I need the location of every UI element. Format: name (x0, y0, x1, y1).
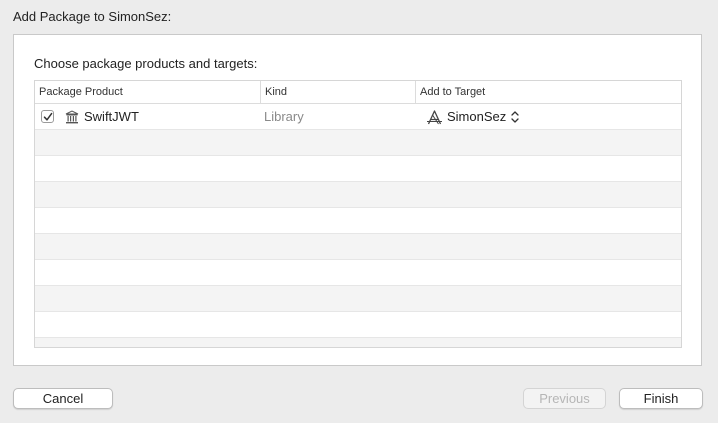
empty-table-row (35, 312, 681, 338)
empty-table-row (35, 156, 681, 182)
empty-table-row (35, 260, 681, 286)
package-products-table: Package Product Kind Add to Target Swift… (34, 80, 682, 348)
table-header: Package Product Kind Add to Target (35, 81, 681, 104)
column-header-kind[interactable]: Kind (260, 81, 415, 103)
column-header-add-to-target[interactable]: Add to Target (415, 81, 681, 103)
app-target-icon (427, 110, 442, 125)
empty-table-row (35, 182, 681, 208)
empty-table-row (35, 130, 681, 156)
package-kind: Library (264, 109, 304, 124)
table-row[interactable]: SwiftJWT Library SimonSez (35, 104, 681, 130)
target-popup-value[interactable]: SimonSez (447, 104, 506, 130)
empty-table-row (35, 208, 681, 234)
checkmark-icon (43, 112, 53, 121)
package-library-icon (65, 110, 79, 124)
empty-table-row (35, 338, 681, 347)
column-header-package-product[interactable]: Package Product (35, 81, 260, 103)
package-product-name: SwiftJWT (84, 109, 139, 124)
previous-button[interactable]: Previous (523, 388, 606, 409)
empty-table-row (35, 234, 681, 260)
cancel-button[interactable]: Cancel (13, 388, 113, 409)
sheet-title: Add Package to SimonSez: (13, 9, 172, 24)
package-panel: Choose package products and targets: Pac… (13, 34, 702, 366)
empty-table-row (35, 286, 681, 312)
finish-button[interactable]: Finish (619, 388, 703, 409)
include-product-checkbox[interactable] (41, 110, 54, 123)
choose-products-label: Choose package products and targets: (34, 56, 258, 71)
chevron-up-down-icon[interactable] (510, 110, 520, 124)
